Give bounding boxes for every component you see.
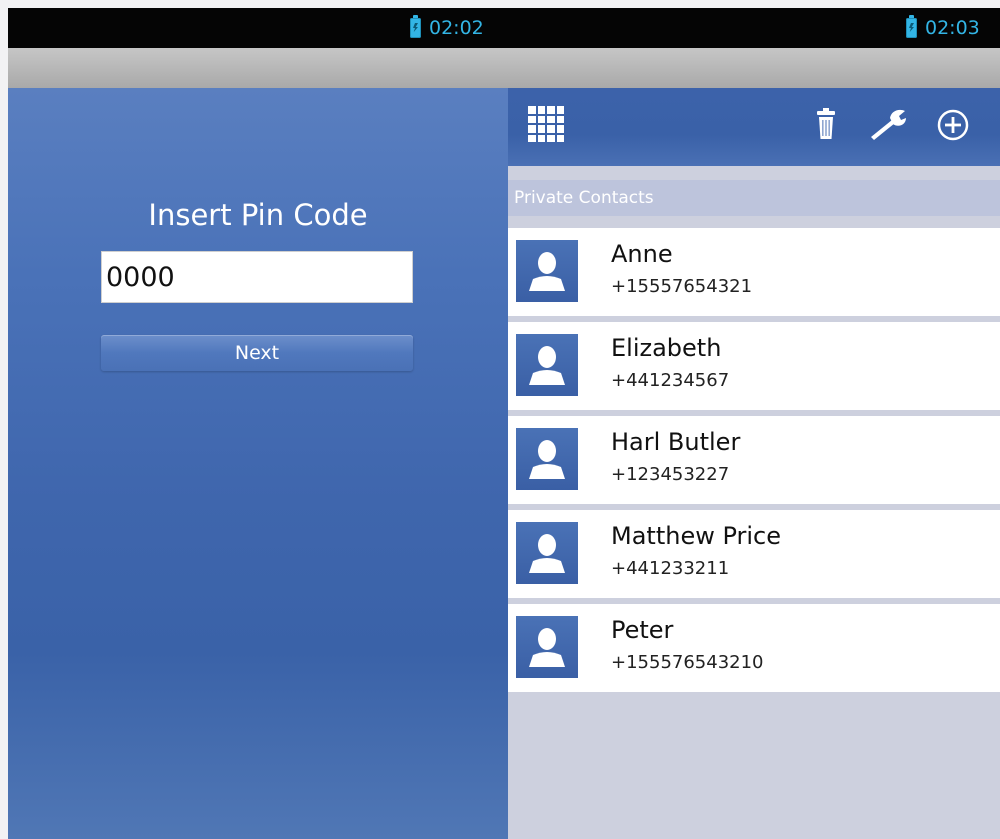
pin-input[interactable]: 0000 xyxy=(101,251,413,303)
person-icon xyxy=(529,252,565,291)
contact-avatar xyxy=(516,428,578,490)
person-icon xyxy=(529,346,565,385)
contact-row[interactable]: Elizabeth +441234567 xyxy=(508,322,1000,410)
section-header: Private Contacts xyxy=(508,180,1000,216)
contact-list: Anne +15557654321 Elizabeth +441234567 H… xyxy=(508,228,1000,698)
add-icon[interactable] xyxy=(936,108,970,142)
next-button[interactable]: Next xyxy=(101,335,413,371)
contact-row[interactable]: Anne +15557654321 xyxy=(508,228,1000,316)
contact-avatar xyxy=(516,334,578,396)
system-bar-strip xyxy=(8,48,1000,88)
contact-row[interactable]: Matthew Price +441233211 xyxy=(508,510,1000,598)
contacts-screen: Private Contacts Anne +15557654321 Eliza… xyxy=(508,88,1000,839)
contact-row[interactable]: Peter +155576543210 xyxy=(508,604,1000,692)
contact-phone: +441234567 xyxy=(611,370,730,391)
contact-avatar xyxy=(516,240,578,302)
contact-name: Peter xyxy=(611,616,674,644)
contact-name: Matthew Price xyxy=(611,522,782,550)
battery-icon xyxy=(410,15,421,38)
contacts-toolbar xyxy=(508,88,1000,166)
battery-icon xyxy=(906,15,917,38)
person-icon xyxy=(529,628,565,667)
contact-phone: +155576543210 xyxy=(611,652,764,673)
right-status-clock: 02:03 xyxy=(906,8,980,48)
person-icon xyxy=(529,440,565,479)
status-time: 02:03 xyxy=(925,17,980,39)
status-time: 02:02 xyxy=(429,17,484,39)
grid-icon[interactable] xyxy=(528,106,564,142)
contact-phone: +441233211 xyxy=(611,558,730,579)
screenshot-frame: 02:02 02:03 Insert Pin Code 0000 Next Pr… xyxy=(8,8,1000,839)
toolbar-gap xyxy=(508,166,1000,180)
person-icon xyxy=(529,534,565,573)
contact-name: Harl Butler xyxy=(611,428,741,456)
pin-code-screen: Insert Pin Code 0000 Next xyxy=(8,88,508,839)
contact-row[interactable]: Harl Butler +123453227 xyxy=(508,416,1000,504)
trash-icon[interactable] xyxy=(814,106,838,142)
left-status-clock: 02:02 xyxy=(410,8,484,48)
status-bar: 02:02 02:03 xyxy=(8,8,1000,48)
contact-name: Elizabeth xyxy=(611,334,722,362)
contact-avatar xyxy=(516,616,578,678)
contact-name: Anne xyxy=(611,240,673,268)
contact-avatar xyxy=(516,522,578,584)
contact-phone: +15557654321 xyxy=(611,276,753,297)
contact-phone: +123453227 xyxy=(611,464,730,485)
pin-title: Insert Pin Code xyxy=(148,198,368,232)
wrench-icon[interactable] xyxy=(868,106,910,142)
